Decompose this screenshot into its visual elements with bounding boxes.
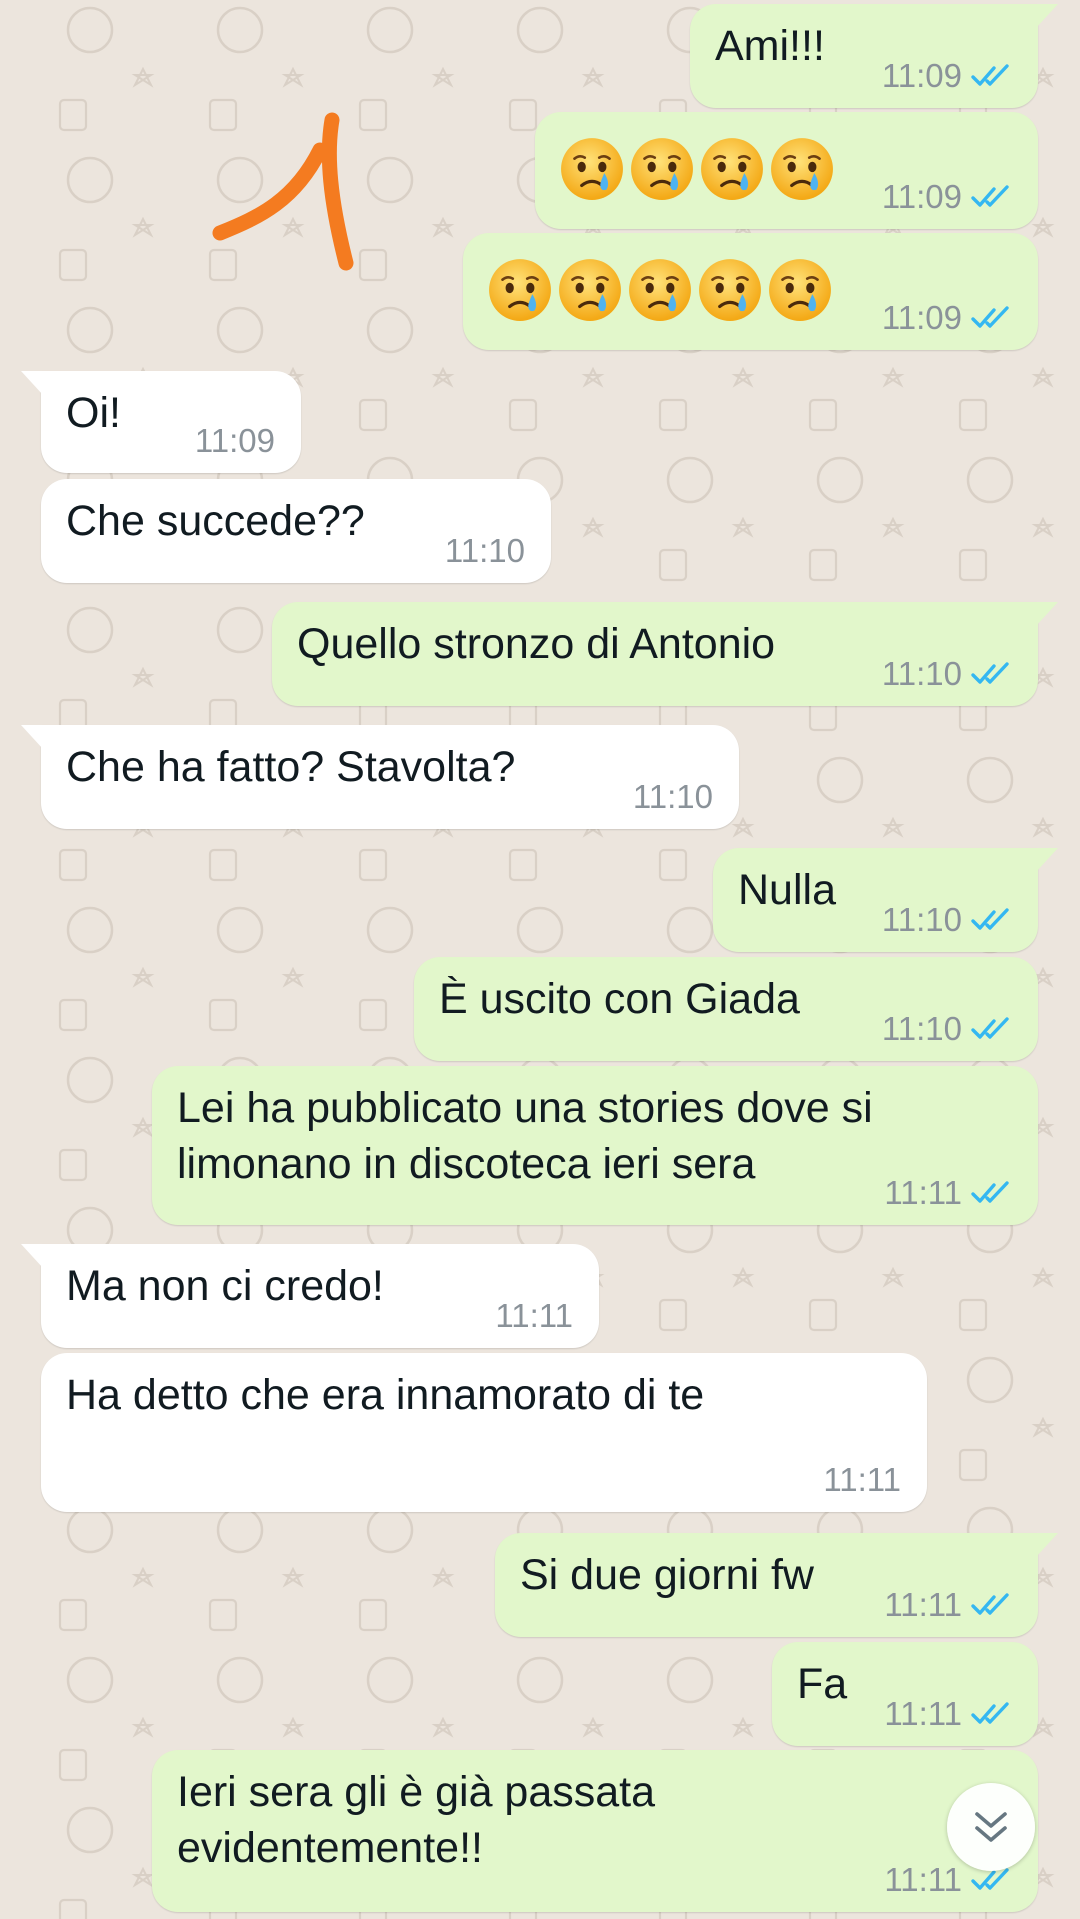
message-time: 11:10 bbox=[444, 532, 525, 569]
crying-face-icon bbox=[561, 138, 623, 200]
emoji-row bbox=[487, 257, 833, 323]
message-time: 11:11 bbox=[884, 1586, 962, 1623]
message-text: Che ha fatto? Stavolta? bbox=[66, 743, 516, 791]
scroll-to-bottom-button[interactable] bbox=[947, 1783, 1035, 1871]
read-receipt-icon bbox=[971, 908, 1009, 930]
message-time: 11:10 bbox=[632, 778, 713, 815]
message-bubble-incoming[interactable]: Ha detto che era innamorato di te 11:11 bbox=[41, 1353, 927, 1512]
message-bubble-outgoing[interactable]: Nulla 11:10 bbox=[713, 848, 1058, 952]
message-meta: 11:09 bbox=[882, 177, 1014, 217]
message-text: Ami!!! bbox=[715, 22, 825, 70]
message-meta: 11:11 bbox=[884, 1694, 1014, 1734]
message-bubble-incoming[interactable]: Ma non ci credo! 11:11 bbox=[21, 1244, 599, 1348]
message-meta: 11:09 bbox=[195, 421, 275, 461]
crying-face-icon bbox=[489, 259, 551, 321]
message-bubble-incoming[interactable]: Che ha fatto? Stavolta? 11:10 bbox=[21, 725, 739, 829]
message-meta: 11:11 bbox=[884, 1585, 1014, 1625]
message-time: 11:09 bbox=[881, 178, 962, 215]
message-meta: 11:10 bbox=[882, 654, 1014, 694]
message-meta: 11:09 bbox=[882, 56, 1014, 96]
message-meta: 11:11 bbox=[823, 1460, 901, 1500]
message-time: 11:09 bbox=[881, 57, 962, 94]
read-receipt-icon bbox=[971, 64, 1009, 86]
message-bubble-outgoing[interactable]: Lei ha pubblicato una stories dove si li… bbox=[152, 1066, 1038, 1225]
message-bubble-outgoing[interactable]: Ami!!! 11:09 bbox=[690, 4, 1058, 108]
message-list[interactable]: Ami!!! 11:09 11:09 11:09 Oi! 11:09 Che s… bbox=[0, 0, 1080, 1919]
message-bubble-outgoing[interactable]: È uscito con Giada 11:10 bbox=[414, 957, 1038, 1061]
message-bubble-outgoing[interactable]: Fa 11:11 bbox=[772, 1642, 1038, 1746]
crying-face-icon bbox=[699, 259, 761, 321]
message-text: Quello stronzo di Antonio bbox=[297, 620, 776, 668]
message-time: 11:11 bbox=[495, 1297, 573, 1334]
message-bubble-outgoing[interactable]: Ieri sera gli è già passata evidentement… bbox=[152, 1750, 1038, 1912]
message-meta: 11:11 bbox=[495, 1296, 573, 1336]
message-meta: 11:11 bbox=[884, 1173, 1014, 1213]
crying-face-icon bbox=[701, 138, 763, 200]
message-text: Fa bbox=[797, 1660, 848, 1708]
message-time: 11:09 bbox=[881, 299, 962, 336]
read-receipt-icon bbox=[971, 306, 1009, 328]
message-text: Oi! bbox=[66, 389, 121, 437]
message-bubble-incoming[interactable]: Che succede?? 11:10 bbox=[41, 479, 551, 583]
message-time: 11:11 bbox=[884, 1695, 962, 1732]
hand-drawn-arrow-icon bbox=[212, 112, 354, 271]
message-time: 11:10 bbox=[881, 901, 962, 938]
message-meta: 11:10 bbox=[882, 900, 1014, 940]
message-text: Lei ha pubblicato una stories dove si li… bbox=[177, 1084, 873, 1188]
message-text: Che succede?? bbox=[66, 497, 365, 545]
message-text: Nulla bbox=[738, 866, 836, 914]
message-text: Ha detto che era innamorato di te bbox=[66, 1371, 705, 1419]
message-text: È uscito con Giada bbox=[439, 975, 800, 1023]
message-text: Ieri sera gli è già passata evidentement… bbox=[177, 1768, 656, 1872]
message-time: 11:11 bbox=[884, 1174, 962, 1211]
message-time: 11:09 bbox=[194, 422, 275, 459]
double-chevron-down-icon bbox=[975, 1812, 1007, 1842]
crying-face-icon bbox=[771, 138, 833, 200]
read-receipt-icon bbox=[971, 1181, 1009, 1203]
read-receipt-icon bbox=[971, 662, 1009, 684]
message-time: 11:11 bbox=[823, 1461, 901, 1498]
message-bubble-outgoing[interactable]: 11:09 bbox=[535, 112, 1038, 229]
read-receipt-icon bbox=[971, 1017, 1009, 1039]
crying-face-icon bbox=[769, 259, 831, 321]
message-time: 11:11 bbox=[884, 1861, 962, 1898]
message-time: 11:10 bbox=[881, 1010, 962, 1047]
message-bubble-outgoing[interactable]: Quello stronzo di Antonio 11:10 bbox=[272, 602, 1058, 706]
crying-face-icon bbox=[631, 138, 693, 200]
crying-face-icon bbox=[629, 259, 691, 321]
read-receipt-icon bbox=[971, 1593, 1009, 1615]
message-time: 11:10 bbox=[881, 655, 962, 692]
emoji-row bbox=[559, 136, 835, 202]
message-meta: 11:10 bbox=[445, 531, 525, 571]
crying-face-icon bbox=[559, 259, 621, 321]
message-text: Ma non ci credo! bbox=[66, 1262, 384, 1310]
message-meta: 11:10 bbox=[882, 1009, 1014, 1049]
read-receipt-icon bbox=[971, 185, 1009, 207]
message-meta: 11:09 bbox=[882, 298, 1014, 338]
message-bubble-outgoing[interactable]: 11:09 bbox=[463, 233, 1038, 350]
message-meta: 11:10 bbox=[633, 777, 713, 817]
read-receipt-icon bbox=[971, 1702, 1009, 1724]
message-bubble-incoming[interactable]: Oi! 11:09 bbox=[21, 371, 301, 473]
message-bubble-outgoing[interactable]: Si due giorni fw 11:11 bbox=[495, 1533, 1058, 1637]
message-text: Si due giorni fw bbox=[520, 1551, 814, 1599]
